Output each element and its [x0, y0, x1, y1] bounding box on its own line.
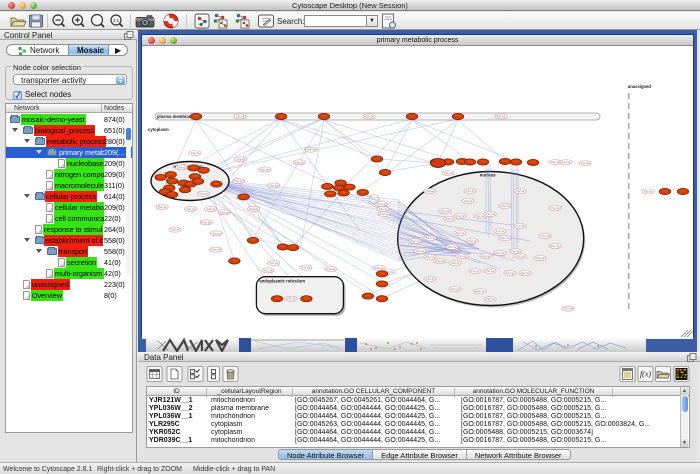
svg-text:endoplasmic reticulum: endoplasmic reticulum — [259, 279, 305, 284]
svg-text:plasma membrane: plasma membrane — [157, 114, 194, 119]
svg-text:unassigned: unassigned — [628, 84, 652, 89]
svg-text:cytoplasm: cytoplasm — [148, 127, 169, 132]
svg-text:1:1: 1:1 — [113, 18, 120, 23]
svg-text:f(x): f(x) — [640, 370, 651, 379]
